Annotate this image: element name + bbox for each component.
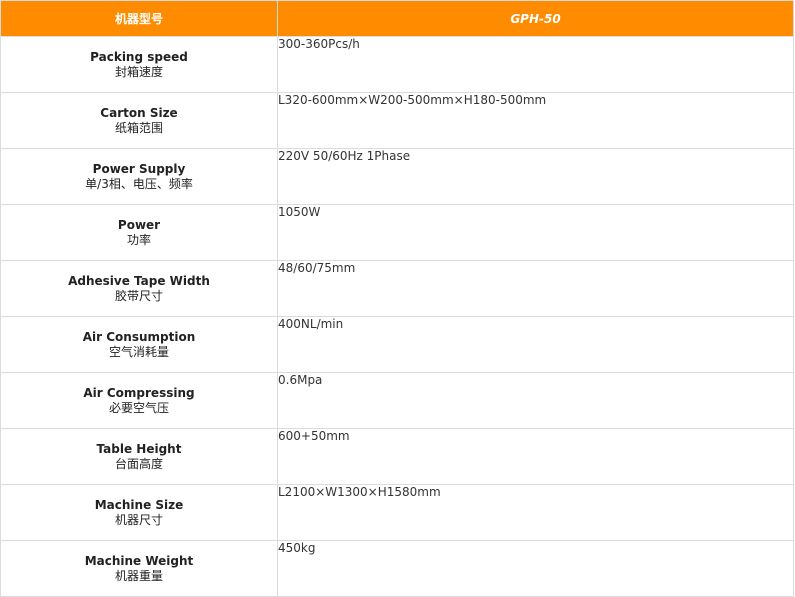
spec-label-en: Power xyxy=(117,217,161,232)
spec-value: 450kg xyxy=(277,540,794,597)
table-row: Power Supply 单/3相、电压、频率 220V 50/60Hz 1Ph… xyxy=(0,148,794,205)
spec-label-cn: 功率 xyxy=(126,232,151,247)
spec-label-en: Air Compressing xyxy=(83,385,195,400)
table-row: Packing speed 封箱速度 300-360Pcs/h xyxy=(0,36,794,93)
spec-value: 1050W xyxy=(277,204,794,261)
spec-label-cn: 纸箱范围 xyxy=(114,120,163,135)
table-row: Carton Size 纸箱范围 L320-600mm×W200-500mm×H… xyxy=(0,92,794,149)
table-row: Table Height 台面高度 600+50mm xyxy=(0,428,794,485)
table-row: Machine Size 机器尺寸 L2100×W1300×H1580mm xyxy=(0,484,794,541)
spec-label: Power Supply 单/3相、电压、频率 xyxy=(0,148,278,205)
spec-label: Table Height 台面高度 xyxy=(0,428,278,485)
spec-label: Carton Size 纸箱范围 xyxy=(0,92,278,149)
spec-value: L2100×W1300×H1580mm xyxy=(277,484,794,541)
spec-label-en: Power Supply xyxy=(92,161,186,176)
spec-label-cn: 单/3相、电压、频率 xyxy=(85,176,193,191)
spec-label: Machine Size 机器尺寸 xyxy=(0,484,278,541)
spec-label-cn: 封箱速度 xyxy=(114,64,163,79)
spec-label: Adhesive Tape Width 胶带尺寸 xyxy=(0,260,278,317)
spec-label-cn: 机器重量 xyxy=(114,568,163,583)
spec-label-en: Machine Size xyxy=(94,497,184,512)
spec-value: 0.6Mpa xyxy=(277,372,794,429)
table-row: Machine Weight 机器重量 450kg xyxy=(0,540,794,597)
spec-label: Air Compressing 必要空气压 xyxy=(0,372,278,429)
table-header-row: 机器型号 GPH-50 xyxy=(0,0,794,37)
spec-label-cn: 必要空气压 xyxy=(108,400,169,415)
spec-label-cn: 空气消耗量 xyxy=(108,344,169,359)
spec-label: Packing speed 封箱速度 xyxy=(0,36,278,93)
spec-label-cn: 台面高度 xyxy=(114,456,163,471)
spec-table: 机器型号 GPH-50 Packing speed 封箱速度 300-360Pc… xyxy=(0,0,794,597)
header-model-value: GPH-50 xyxy=(277,0,794,37)
spec-value: 300-360Pcs/h xyxy=(277,36,794,93)
spec-value: 400NL/min xyxy=(277,316,794,373)
spec-value: L320-600mm×W200-500mm×H180-500mm xyxy=(277,92,794,149)
spec-label-en: Carton Size xyxy=(100,105,178,120)
spec-value: 48/60/75mm xyxy=(277,260,794,317)
spec-label-cn: 机器尺寸 xyxy=(114,512,163,527)
table-row: Air Compressing 必要空气压 0.6Mpa xyxy=(0,372,794,429)
spec-label-en: Packing speed xyxy=(90,49,188,64)
table-row: Power 功率 1050W xyxy=(0,204,794,261)
spec-label: Machine Weight 机器重量 xyxy=(0,540,278,597)
spec-value: 600+50mm xyxy=(277,428,794,485)
spec-label: Air Consumption 空气消耗量 xyxy=(0,316,278,373)
spec-label: Power 功率 xyxy=(0,204,278,261)
spec-value: 220V 50/60Hz 1Phase xyxy=(277,148,794,205)
table-row: Air Consumption 空气消耗量 400NL/min xyxy=(0,316,794,373)
header-model-label: 机器型号 xyxy=(0,0,278,37)
spec-label-en: Machine Weight xyxy=(84,553,194,568)
table-row: Adhesive Tape Width 胶带尺寸 48/60/75mm xyxy=(0,260,794,317)
spec-label-cn: 胶带尺寸 xyxy=(114,288,163,303)
spec-label-en: Air Consumption xyxy=(82,329,196,344)
spec-label-en: Adhesive Tape Width xyxy=(68,273,210,288)
spec-label-en: Table Height xyxy=(96,441,182,456)
